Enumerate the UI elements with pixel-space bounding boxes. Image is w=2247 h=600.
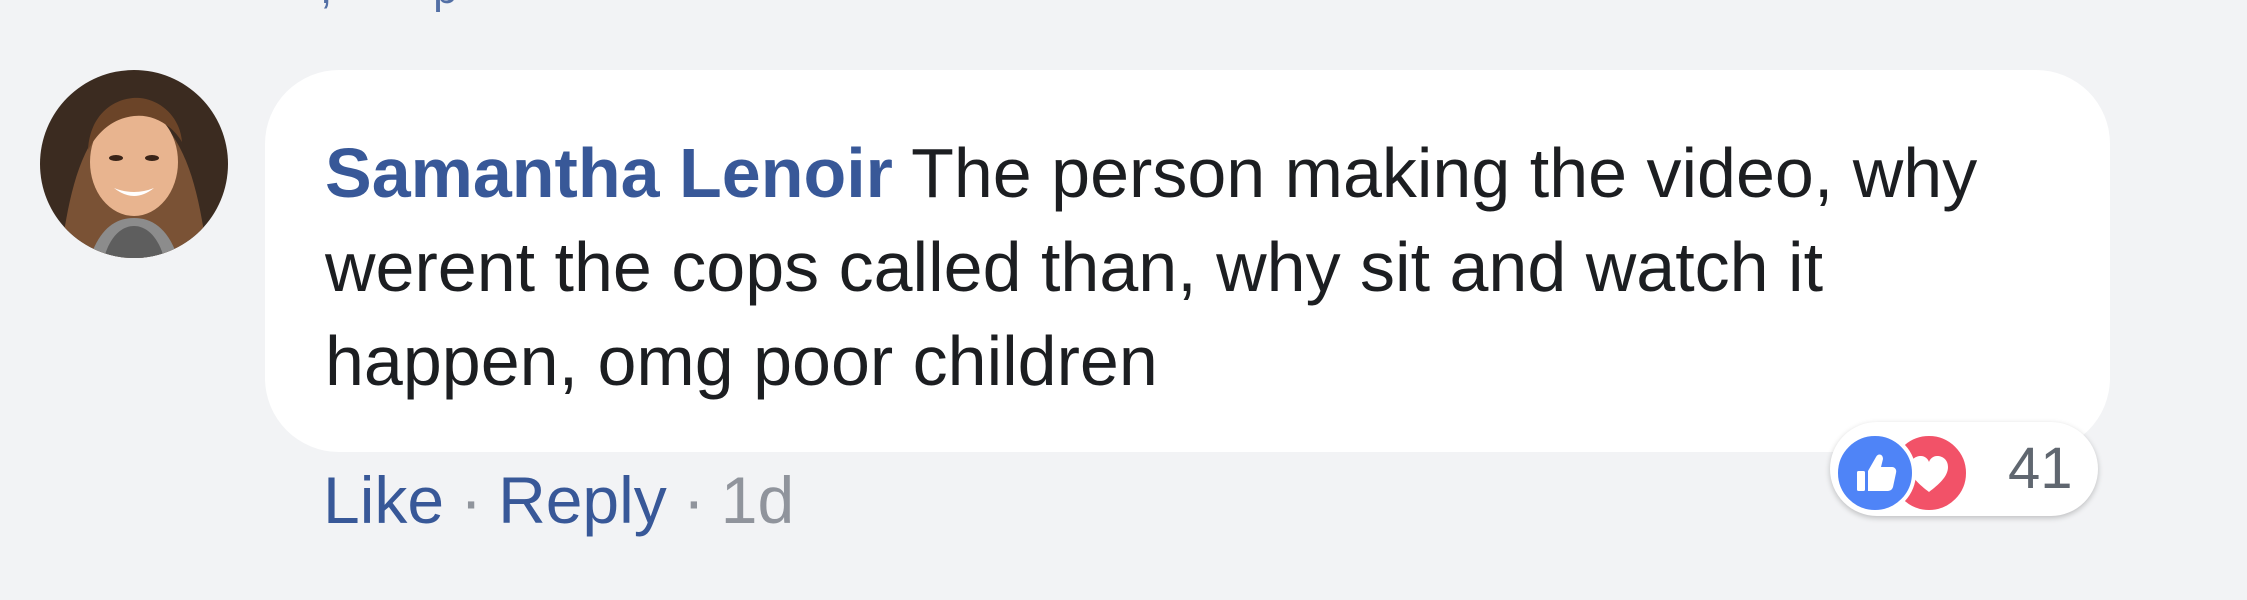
comment-timestamp[interactable]: 1d xyxy=(721,463,794,537)
reaction-count: 41 xyxy=(2008,436,2073,501)
previous-comment-actions-cutoff: , · · · p · · · · · xyxy=(320,0,603,14)
reactions-summary[interactable]: 41 xyxy=(1830,422,2098,516)
avatar-photo xyxy=(40,70,228,258)
action-separator: · xyxy=(460,463,483,537)
like-button[interactable]: Like xyxy=(323,463,444,537)
comment-bubble: Samantha Lenoir The person making the vi… xyxy=(265,70,2110,452)
thumbs-up-icon xyxy=(1834,432,1916,514)
avatar[interactable] xyxy=(40,70,228,258)
action-separator: · xyxy=(682,463,705,537)
comment-author[interactable]: Samantha Lenoir xyxy=(325,134,893,212)
comment-body: Samantha Lenoir The person making the vi… xyxy=(325,126,2040,408)
reply-button[interactable]: Reply xyxy=(498,463,667,537)
comment-actions: Like · Reply · 1d xyxy=(323,462,794,538)
